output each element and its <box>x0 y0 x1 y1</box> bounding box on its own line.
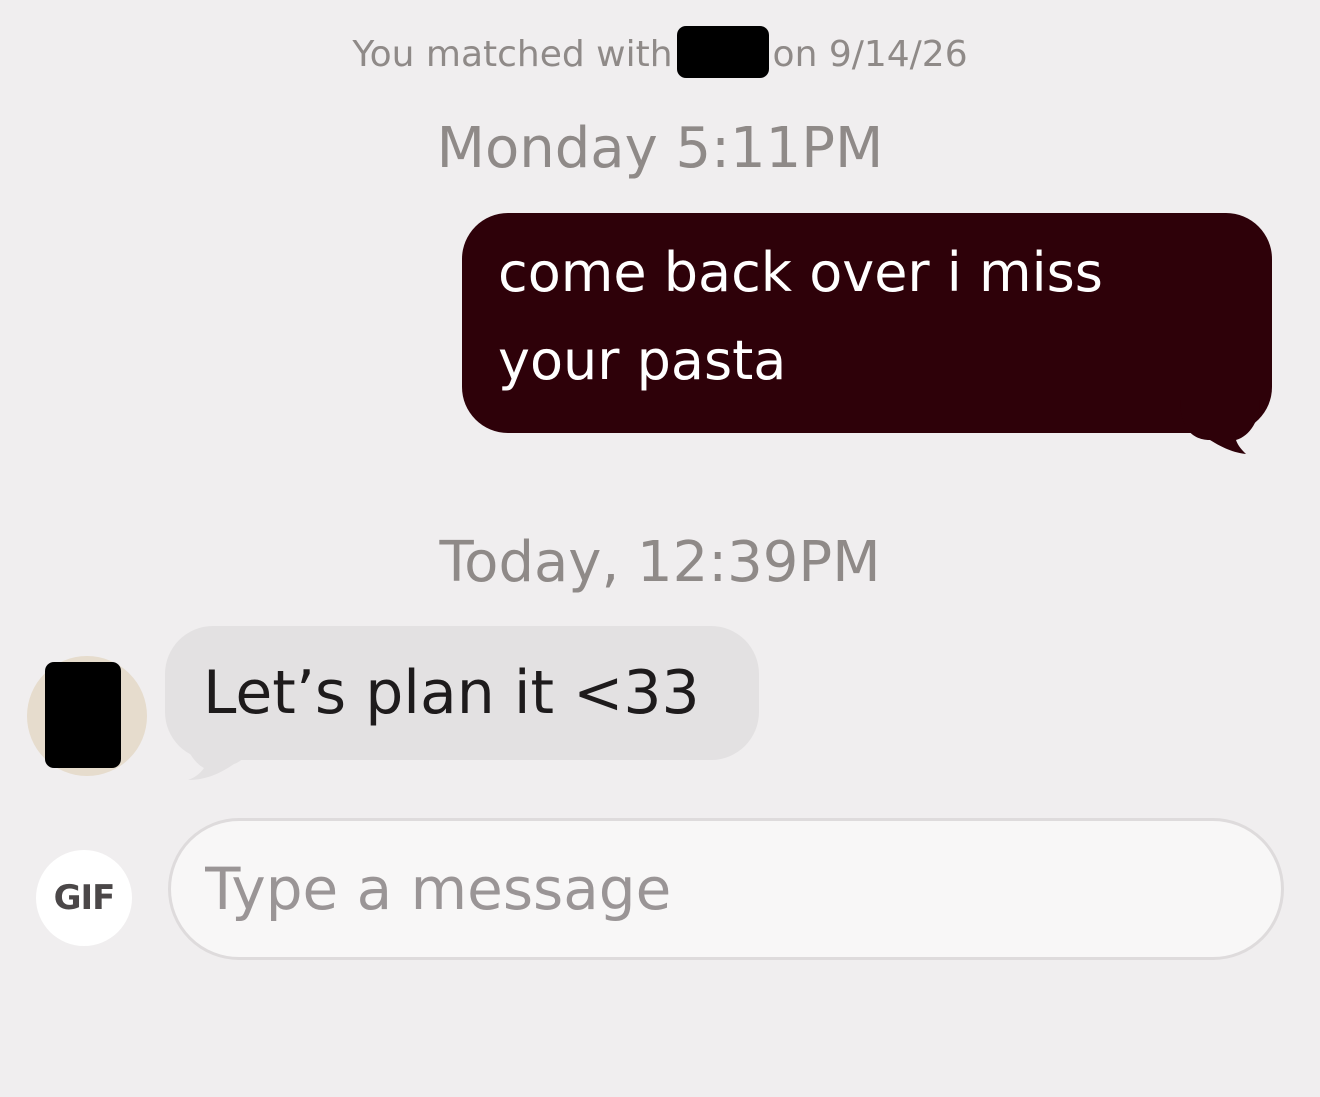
match-notice: You matched with on 9/14/26 <box>0 26 1320 82</box>
match-notice-date: on 9/14/26 <box>772 34 968 75</box>
outgoing-message-bubble[interactable]: come back over i miss your pasta <box>462 213 1272 433</box>
timestamp-today: Today, 12:39PM <box>439 530 881 595</box>
gif-button[interactable]: GIF <box>36 850 132 946</box>
incoming-message-bubble[interactable]: Let’s plan it <33 <box>165 626 759 760</box>
message-input[interactable] <box>168 818 1284 960</box>
redacted-avatar <box>45 662 121 768</box>
timestamp-monday: Monday 5:11PM <box>436 116 884 181</box>
incoming-message-text: Let’s plan it <33 <box>203 658 700 728</box>
gif-icon: GIF <box>53 878 116 918</box>
match-notice-prefix: You matched with <box>352 34 673 75</box>
redacted-name <box>676 26 769 78</box>
outgoing-message-text: come back over i miss your pasta <box>498 241 1103 392</box>
outgoing-bubble-tail <box>1180 400 1260 454</box>
